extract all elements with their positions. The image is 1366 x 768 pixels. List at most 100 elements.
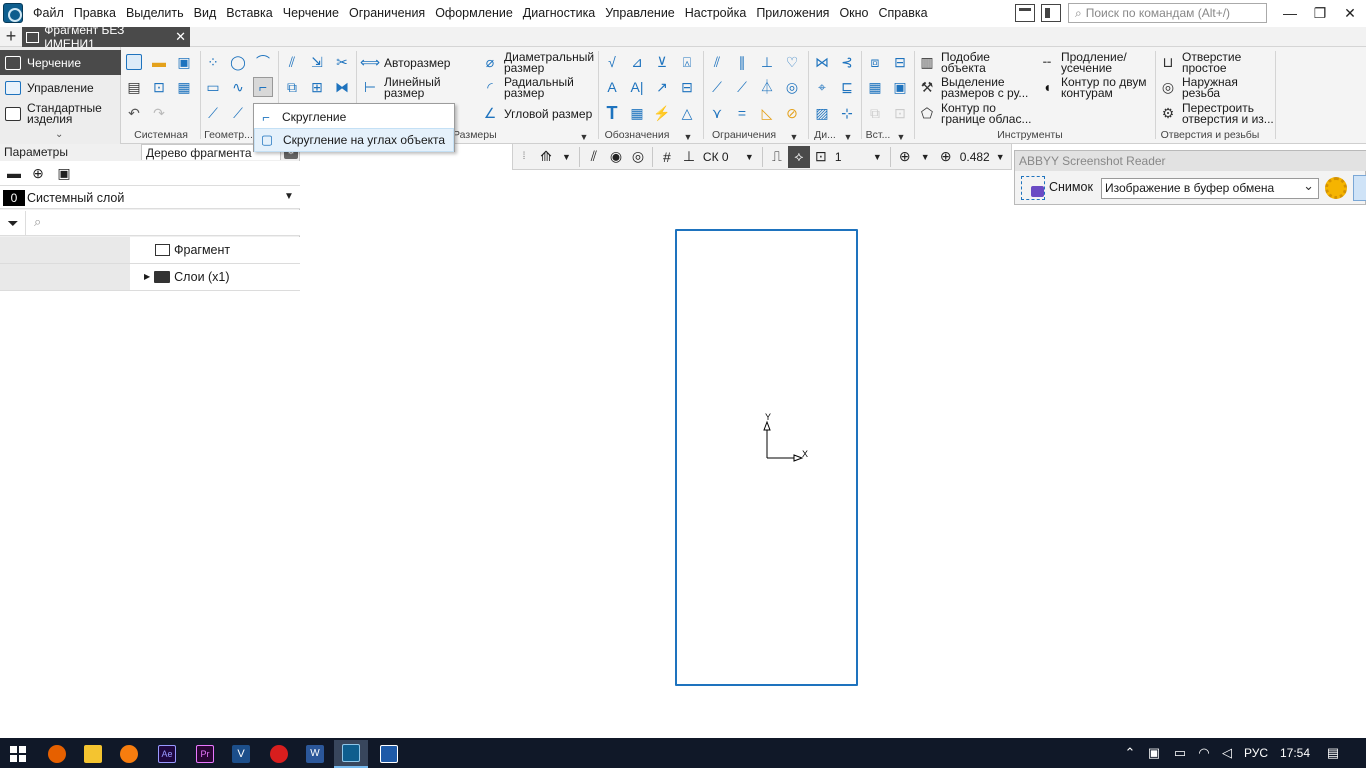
line-icon[interactable]: ⟋ bbox=[228, 103, 248, 123]
restore-icon[interactable]: ❐ bbox=[1305, 3, 1335, 23]
menu-annotation[interactable]: Оформление bbox=[430, 0, 518, 27]
point-icon[interactable]: ⁘ bbox=[203, 52, 223, 72]
zoom-dropdown-icon[interactable]: ▼ bbox=[991, 152, 1010, 162]
redo-icon[interactable]: ↷ bbox=[149, 103, 169, 123]
tree-search-input[interactable]: ⌕ bbox=[25, 211, 300, 235]
layers-view-icon[interactable]: ▬ bbox=[4, 163, 24, 183]
vertical-constraint-icon[interactable]: ⋎ bbox=[707, 103, 727, 123]
visio-icon[interactable]: V bbox=[224, 740, 258, 768]
external-thread-icon[interactable]: ◎ bbox=[1158, 77, 1178, 97]
move-icon[interactable]: ⧉ bbox=[282, 77, 302, 97]
layer-dropdown-icon[interactable]: ▼ bbox=[284, 191, 294, 202]
radial-dimension-label[interactable]: Радиальный размер bbox=[504, 76, 584, 99]
abbyy-settings-icon[interactable] bbox=[1325, 177, 1347, 199]
new-document-icon[interactable]: + bbox=[2, 27, 20, 46]
tray-language[interactable]: РУС bbox=[1244, 738, 1268, 768]
tolerance-icon[interactable]: ⊟ bbox=[677, 77, 697, 97]
parallel-constraint-icon[interactable]: ∥ bbox=[732, 52, 752, 72]
extend-trim-label[interactable]: Продление/ усечение bbox=[1061, 51, 1146, 74]
layout-sidebar-icon[interactable] bbox=[1041, 4, 1061, 22]
menu-insert[interactable]: Вставка bbox=[221, 0, 277, 27]
hatch-icon[interactable]: ⚡ bbox=[652, 103, 672, 123]
equal-constraint-icon[interactable]: = bbox=[732, 103, 752, 123]
tray-expand-icon[interactable]: ⌃ bbox=[1122, 745, 1138, 761]
rebuild-holes-label[interactable]: Перестроить отверстия и из... bbox=[1182, 102, 1274, 125]
after-effects-icon[interactable]: Ae bbox=[150, 740, 184, 768]
diameter-dimension-label[interactable]: Диаметральный размер bbox=[504, 51, 599, 74]
insert-fragment-icon[interactable]: ⧈ bbox=[865, 52, 885, 72]
undo-icon[interactable]: ↶ bbox=[124, 103, 144, 123]
external-thread-label[interactable]: Наружная резьба bbox=[1182, 76, 1252, 99]
zoom-fit-icon[interactable]: ⊕ bbox=[894, 146, 916, 168]
minimize-icon[interactable]: — bbox=[1275, 3, 1305, 23]
insert-disabled-2-icon[interactable]: ⊡ bbox=[890, 103, 910, 123]
concentric-constraint-icon[interactable]: ◎ bbox=[782, 77, 802, 97]
round-icon[interactable]: ⎍ bbox=[766, 146, 788, 168]
diag-distance-icon[interactable]: ⊰ bbox=[837, 52, 857, 72]
menu-item-fillet[interactable]: ⌐ Скругление bbox=[254, 105, 454, 129]
kompas-logo-icon[interactable] bbox=[3, 3, 23, 23]
copy-icon[interactable]: ⊞ bbox=[307, 77, 327, 97]
layout-panel-icon[interactable] bbox=[1015, 4, 1035, 22]
close-tab-icon[interactable]: ✕ bbox=[175, 29, 186, 45]
insert-view-icon[interactable]: ⊟ bbox=[890, 52, 910, 72]
print-icon[interactable]: ▤ bbox=[124, 77, 144, 97]
menu-management[interactable]: Управление bbox=[600, 0, 680, 27]
diag-length-icon[interactable]: ⊑ bbox=[837, 77, 857, 97]
zoom-value[interactable]: 0.482 bbox=[957, 150, 991, 164]
kompas-taskbar-icon[interactable] bbox=[334, 740, 368, 768]
table-icon[interactable]: ▦ bbox=[627, 103, 647, 123]
avast-icon[interactable] bbox=[112, 740, 146, 768]
boundary-contour-label[interactable]: Контур по границе облас... bbox=[941, 102, 1036, 125]
mark-icon[interactable]: ⍓ bbox=[677, 52, 697, 72]
triangle-mark-icon[interactable]: △ bbox=[677, 103, 697, 123]
diag-measure-icon[interactable]: ⋈ bbox=[812, 52, 832, 72]
simple-hole-icon[interactable]: ⊔ bbox=[1158, 52, 1178, 72]
select-dimensions-icon[interactable]: ⚒ bbox=[917, 77, 937, 97]
windows-start-icon[interactable] bbox=[1, 740, 35, 768]
autodimension-label[interactable]: Авторазмер bbox=[384, 56, 450, 70]
menu-applications[interactable]: Приложения bbox=[751, 0, 834, 27]
expand-arrow-icon[interactable]: ▶ bbox=[144, 264, 150, 290]
tab-management[interactable]: Управление bbox=[0, 75, 121, 100]
preview-icon[interactable]: ⊡ bbox=[149, 77, 169, 97]
new-file-icon[interactable] bbox=[124, 52, 144, 72]
abbyy-extra-button[interactable] bbox=[1353, 175, 1366, 201]
break-icon[interactable]: ✂ bbox=[332, 52, 352, 72]
menu-settings[interactable]: Настройка bbox=[680, 0, 752, 27]
position-icon[interactable]: A bbox=[602, 77, 622, 97]
menu-window[interactable]: Окно bbox=[834, 0, 873, 27]
visibility-icon[interactable]: ◎ bbox=[627, 146, 649, 168]
snap-dropdown-icon[interactable]: ▼ bbox=[557, 152, 576, 162]
similarity-label[interactable]: Подобие объекта bbox=[941, 51, 1031, 74]
section-icon[interactable]: A| bbox=[627, 77, 647, 97]
linear-dimension-icon[interactable]: ⊢ bbox=[360, 77, 380, 97]
layer-axis-icon[interactable]: ⊡ bbox=[810, 146, 832, 168]
ortho-icon[interactable]: ⫽ bbox=[583, 146, 605, 168]
two-contour-icon[interactable]: ◖ bbox=[1037, 77, 1057, 97]
word-icon[interactable]: W bbox=[298, 740, 332, 768]
angular-dimension-icon[interactable]: ∠ bbox=[480, 103, 500, 123]
diag-angle-icon[interactable]: ⌖ bbox=[812, 77, 832, 97]
zoom-fit-dropdown-icon[interactable]: ▼ bbox=[916, 152, 935, 162]
command-search-input[interactable]: ⌕ Поиск по командам (Alt+/) bbox=[1068, 3, 1267, 23]
layer-value[interactable]: 1 bbox=[832, 150, 868, 164]
tree-node-layers[interactable]: ▶ Слои (x1) bbox=[0, 264, 300, 291]
horizontal-constraint-icon[interactable]: ⫽ bbox=[707, 52, 727, 72]
cs-dropdown-icon[interactable]: ▼ bbox=[740, 152, 759, 162]
coordinate-system-value[interactable]: СК 0 bbox=[700, 150, 740, 164]
grid-icon[interactable]: # bbox=[656, 146, 678, 168]
segment-icon[interactable]: ⟋ bbox=[203, 103, 223, 123]
diameter-dimension-icon[interactable]: ⌀ bbox=[480, 52, 500, 72]
properties-icon[interactable]: ▦ bbox=[174, 77, 194, 97]
insert-image-icon[interactable]: ▦ bbox=[865, 77, 885, 97]
perpendicular-constraint-icon[interactable]: ⊥ bbox=[757, 52, 777, 72]
menu-help[interactable]: Справка bbox=[874, 0, 933, 27]
open-file-icon[interactable]: ▬ bbox=[149, 52, 169, 72]
volume-icon[interactable]: ◁ bbox=[1219, 745, 1235, 761]
linear-dimension-label[interactable]: Линейный размер bbox=[384, 76, 454, 99]
extend-icon[interactable]: ⇲ bbox=[307, 52, 327, 72]
menu-drawing[interactable]: Черчение bbox=[278, 0, 344, 27]
insert-object-icon[interactable]: ▣ bbox=[890, 77, 910, 97]
diag-area-icon[interactable]: ▨ bbox=[812, 103, 832, 123]
